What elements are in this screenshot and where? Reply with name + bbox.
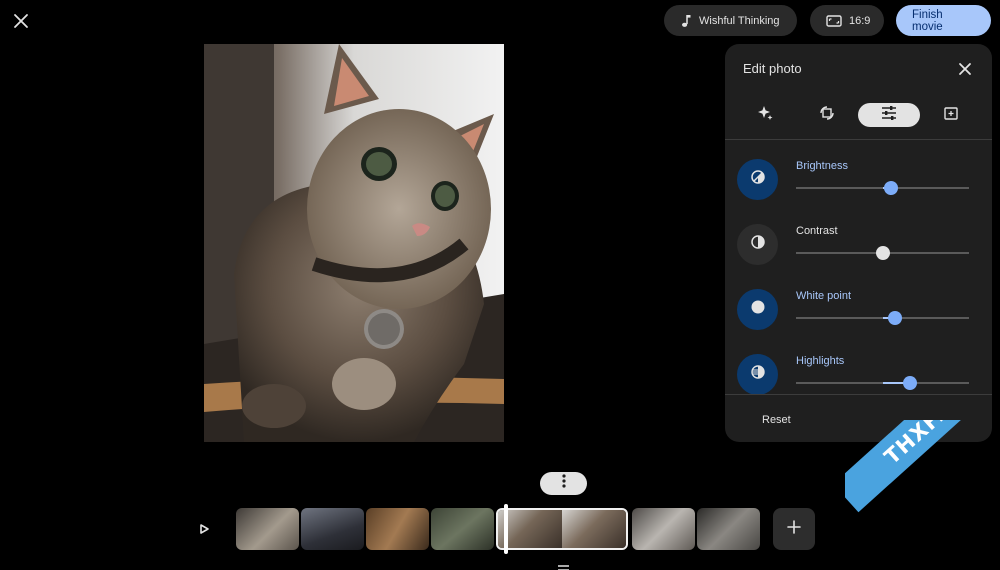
- adjustment-toggle[interactable]: [737, 289, 778, 330]
- clip-thumbnail: [562, 510, 626, 548]
- play-icon[interactable]: [196, 520, 212, 538]
- music-button[interactable]: Wishful Thinking: [664, 5, 797, 36]
- contrast-icon: [750, 234, 766, 255]
- adjustment-toggle[interactable]: [737, 224, 778, 265]
- clip-thumbnail[interactable]: [301, 508, 364, 550]
- adjustment-label: Brightness: [796, 160, 848, 172]
- finish-movie-label: Finish movie: [912, 8, 943, 33]
- add-icon: [786, 519, 802, 540]
- slider-thumb[interactable]: [903, 376, 918, 390]
- clip-thumbnail[interactable]: [431, 508, 494, 550]
- edit-photo-panel: Edit photo Brightness Contrast White point…: [725, 44, 992, 442]
- tool-auto[interactable]: [745, 103, 785, 127]
- reset-button[interactable]: Reset: [762, 414, 791, 426]
- adjustment-slider[interactable]: [796, 181, 969, 195]
- panel-divider: [725, 139, 992, 140]
- selected-clip[interactable]: [496, 508, 628, 550]
- adjustment-slider[interactable]: [796, 311, 969, 325]
- highlights-icon: [750, 364, 766, 385]
- watermark-logo: THXF.ORG: [845, 420, 1000, 570]
- white-point-icon: [750, 299, 766, 320]
- panel-divider: [725, 394, 992, 395]
- drag-handle-icon[interactable]: [557, 559, 570, 570]
- slider-thumb[interactable]: [887, 311, 902, 325]
- more-options-button[interactable]: [540, 472, 587, 495]
- aspect-ratio-button[interactable]: 16:9: [810, 5, 884, 36]
- clip-thumbnail[interactable]: [697, 508, 760, 550]
- playhead[interactable]: [504, 504, 508, 554]
- slider-thumb[interactable]: [884, 181, 899, 195]
- clip-timeline-after: [632, 508, 760, 550]
- filter-icon: [942, 104, 960, 127]
- adjustment-label: White point: [796, 290, 852, 302]
- adjustment-label: Highlights: [796, 355, 845, 367]
- tool-crop-rotate[interactable]: [807, 103, 847, 127]
- watermark-text: THXF.ORG: [880, 420, 990, 469]
- more-vertical-icon: [561, 473, 567, 494]
- clip-thumbnail[interactable]: [632, 508, 695, 550]
- tool-filters[interactable]: [931, 103, 971, 127]
- brightness-icon: [750, 169, 766, 190]
- aspect-ratio-label: 16:9: [849, 14, 871, 27]
- crop-rotate-icon: [818, 104, 836, 127]
- adjustment-label: Contrast: [796, 225, 838, 237]
- clip-timeline: [236, 508, 494, 550]
- finish-movie-button[interactable]: Finish movie: [896, 5, 991, 36]
- tune-icon: [880, 105, 898, 126]
- adjustment-slider[interactable]: [796, 246, 969, 260]
- panel-title: Edit photo: [743, 61, 802, 76]
- slider-thumb[interactable]: [875, 246, 890, 260]
- panel-close-icon[interactable]: [954, 58, 976, 80]
- adjustment-slider[interactable]: [796, 376, 969, 390]
- clip-thumbnail[interactable]: [366, 508, 429, 550]
- music-note-icon: [680, 14, 692, 28]
- music-label: Wishful Thinking: [699, 14, 780, 27]
- photo-preview: [204, 44, 504, 442]
- adjustment-toggle[interactable]: [737, 354, 778, 395]
- close-icon[interactable]: [10, 10, 32, 32]
- adjustment-toggle[interactable]: [737, 159, 778, 200]
- tool-adjust[interactable]: [858, 103, 920, 127]
- add-clip-button[interactable]: [773, 508, 815, 550]
- clip-thumbnail[interactable]: [236, 508, 299, 550]
- aspect-ratio-icon: [826, 14, 842, 27]
- sparkle-icon: [756, 104, 774, 127]
